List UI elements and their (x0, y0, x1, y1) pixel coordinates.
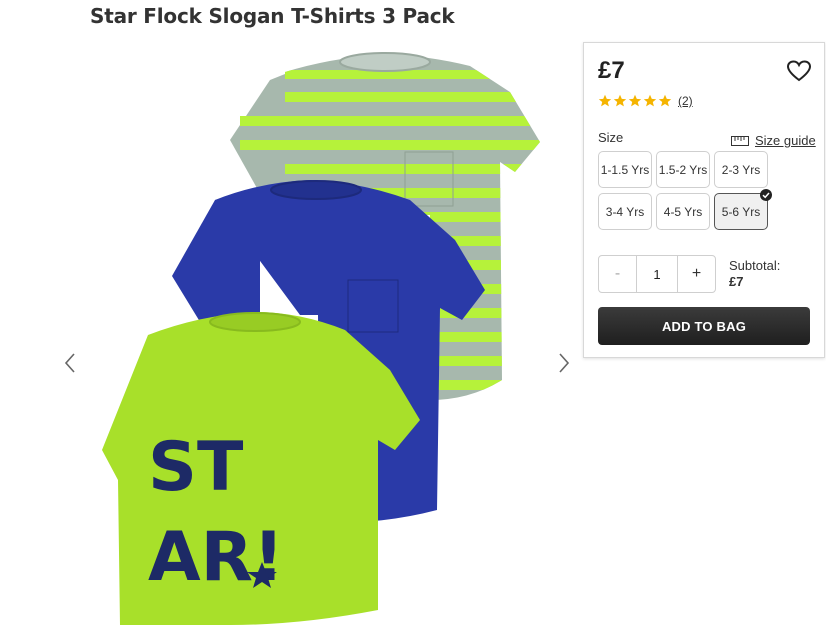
purchase-panel: £7 (2) Size Size guide 1-1.5 Yrs 1.5-2 Y… (583, 42, 825, 358)
size-option-label: 5-6 Yrs (721, 204, 761, 219)
size-guide-label: Size guide (755, 133, 816, 148)
heart-icon (786, 60, 812, 82)
product-image: ST AR! (102, 52, 540, 625)
svg-text:AR!: AR! (148, 518, 284, 597)
size-option[interactable]: 1.5-2 Yrs (656, 151, 710, 188)
star-icon (643, 94, 657, 107)
subtotal-amount: £7 (729, 274, 744, 289)
review-count-link[interactable]: (2) (678, 94, 693, 108)
star-icon (658, 94, 672, 107)
quantity-value[interactable]: 1 (637, 256, 677, 292)
quantity-stepper: - 1 + (598, 255, 716, 293)
size-guide-link[interactable]: Size guide (731, 133, 816, 148)
svg-text:ST: ST (148, 428, 244, 507)
product-image-gallery: ST AR! (0, 40, 580, 625)
size-option-selected[interactable]: 5-6 Yrs (714, 189, 772, 230)
star-icon (628, 94, 642, 107)
subtotal-label: Subtotal: (729, 258, 781, 273)
lime-slogan-tshirt: ST AR! (102, 312, 420, 625)
star-icon (598, 94, 612, 107)
size-option[interactable]: 2-3 Yrs (714, 151, 768, 188)
price: £7 (598, 57, 625, 84)
size-option[interactable]: 3-4 Yrs (598, 193, 652, 230)
size-option[interactable]: 4-5 Yrs (656, 193, 710, 230)
quantity-decrease-button[interactable]: - (599, 256, 637, 292)
add-to-bag-button[interactable]: ADD TO BAG (598, 307, 810, 345)
product-title: Star Flock Slogan T-Shirts 3 Pack (90, 4, 455, 28)
rating: (2) (598, 94, 693, 108)
wishlist-button[interactable] (786, 59, 812, 83)
subtotal: Subtotal: £7 (729, 258, 780, 290)
quantity-increase-button[interactable]: + (677, 256, 715, 292)
star-icon (613, 94, 627, 107)
ruler-icon (731, 135, 749, 146)
check-icon (760, 189, 772, 201)
size-option[interactable]: 1-1.5 Yrs (598, 151, 652, 188)
size-label: Size (598, 130, 624, 145)
